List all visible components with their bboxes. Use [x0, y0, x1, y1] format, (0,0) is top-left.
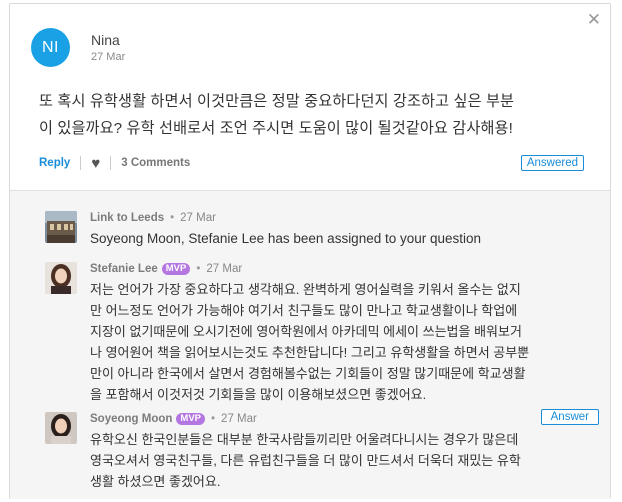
reply-button[interactable]: Reply: [39, 157, 70, 169]
answer-button[interactable]: Answer: [540, 409, 599, 425]
comment-line: 생활 하셨으면 좋겠어요.: [90, 474, 221, 489]
comments-count[interactable]: 3 Comments: [121, 157, 190, 169]
meta-dot: •: [196, 263, 201, 275]
mvp-badge: MVP: [161, 263, 191, 275]
comment-date: 27 Mar: [206, 263, 243, 275]
comment-item: Soyeong Moon MVP • 27 Mar 유학오신 한국인분들은 대부…: [45, 412, 521, 492]
avatar[interactable]: [45, 412, 77, 444]
question-line: 이 있을까요? 유학 선배로서 조언 주시면 도움이 많이 될것같아요 감사해용…: [39, 120, 513, 137]
comment-author[interactable]: Link to Leeds: [90, 212, 164, 224]
question-text: 또 혹시 유학생활 하면서 이것만큼은 정말 중요하다던지 강조하고 싶은 부분…: [39, 88, 599, 142]
post-actions: Reply ♥ 3 Comments Answered: [39, 155, 584, 171]
divider: [110, 156, 112, 170]
author-info: Nina 27 Mar: [91, 32, 125, 63]
question-card: ✕ NI Nina 27 Mar 또 혹시 유학생활 하면서 이것만큼은 정말 …: [9, 3, 611, 499]
meta-dot: •: [170, 212, 175, 224]
comment-text: Soyeong Moon, Stefanie Lee has been assi…: [90, 231, 482, 246]
post-date: 27 Mar: [91, 51, 126, 63]
comment-line: 을 포함해서 이것저것 기회들을 많이 이용해보셨으면 좋겠어요.: [90, 387, 427, 402]
divider: [80, 156, 82, 170]
question-line: 또 혹시 유학생활 하면서 이것만큼은 정말 중요하다던지 강조하고 싶은 부분: [39, 93, 515, 110]
mvp-badge: MVP: [176, 413, 206, 425]
comment-line: 나 영어원어 책을 읽어보시는것도 추천한답니다! 그리고 유학생활을 하면서 …: [90, 345, 530, 360]
meta-dot: •: [211, 413, 216, 425]
comment-line: 지장이 없기때문에 오시기전에 영어학원에서 아카데믹 에세이 쓰는법을 배워보…: [90, 324, 522, 339]
comment-author[interactable]: Soyeong Moon: [90, 413, 172, 425]
avatar[interactable]: [45, 211, 77, 243]
comment-line: 만 어느정도 언어가 가능해야 여기서 친구들도 많이 만나고 학교생활이나 학…: [90, 303, 518, 318]
comment-item: Link to Leeds • 27 Mar Soyeong Moon, Ste…: [45, 211, 481, 249]
comment-line: 영국오셔서 영국친구들, 다른 유럽친구들을 더 많이 만드셔서 더욱더 재밌는…: [90, 453, 521, 468]
comment-item: Stefanie Lee MVP • 27 Mar 저는 언어가 가장 중요하다…: [45, 262, 529, 405]
answered-badge: Answered: [520, 155, 584, 171]
comment-text: 유학오신 한국인분들은 대부분 한국사람들끼리만 어울려다니시는 경우가 많은데…: [90, 429, 521, 492]
comment-date: 27 Mar: [180, 212, 216, 224]
comment-line: 유학오신 한국인분들은 대부분 한국사람들끼리만 어울려다니시는 경우가 많은데: [90, 432, 519, 447]
author-avatar[interactable]: NI: [31, 28, 70, 67]
comment-line: 저는 언어가 가장 중요하다고 생각해요. 완벽하게 영어실력을 키워서 올수는…: [90, 282, 521, 297]
post-header: NI Nina 27 Mar: [31, 28, 125, 67]
author-name[interactable]: Nina: [91, 32, 125, 48]
comment-thread: Link to Leeds • 27 Mar Soyeong Moon, Ste…: [10, 190, 610, 499]
avatar[interactable]: [45, 262, 77, 294]
comment-text: 저는 언어가 가장 중요하다고 생각해요. 완벽하게 영어실력을 키워서 올수는…: [90, 279, 529, 405]
close-icon[interactable]: ✕: [587, 11, 601, 28]
comment-date: 27 Mar: [221, 413, 257, 425]
comment-author[interactable]: Stefanie Lee: [90, 263, 158, 275]
comment-line: 만이 아니라 한국에서 살면서 경험해볼수없는 기회들이 정말 많기때문에 학교…: [90, 366, 526, 381]
heart-icon[interactable]: ♥: [91, 156, 100, 171]
